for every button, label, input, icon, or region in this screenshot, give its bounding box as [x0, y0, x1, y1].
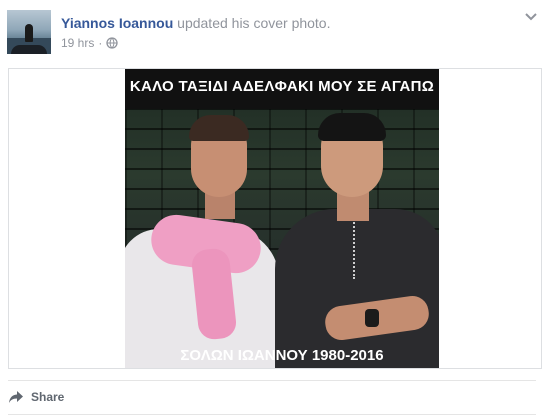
post-headline: Yiannos Ioannou updated his cover photo.: [61, 14, 331, 32]
share-arrow-icon: [9, 391, 23, 403]
avatar-figure: [25, 24, 33, 42]
author-avatar[interactable]: [7, 10, 51, 54]
chevron-down-icon[interactable]: [524, 12, 538, 22]
share-label: Share: [31, 390, 65, 404]
share-button[interactable]: Share: [8, 390, 64, 404]
cover-photo-frame[interactable]: ΚΑΛΟ ΤΑΞΙΔΙ ΑΔΕΛΦΑΚΙ ΜΟΥ ΣΕ ΑΓΑΠΩ ΣΟΛΩΝ …: [8, 68, 542, 369]
globe-icon[interactable]: [106, 37, 119, 49]
post-header: Yiannos Ioannou updated his cover photo.…: [0, 0, 544, 60]
photo-right-man-hair: [318, 113, 386, 141]
photo-right-man-chain: [353, 219, 357, 279]
post-action-text: updated his cover photo.: [177, 15, 331, 31]
post-meta: 19 hrs ·: [61, 36, 119, 50]
photo-caption-top: ΚΑΛΟ ΤΑΞΙΔΙ ΑΔΕΛΦΑΚΙ ΜΟΥ ΣΕ ΑΓΑΠΩ: [129, 78, 435, 95]
avatar-rock: [11, 45, 47, 54]
photo-watch: [365, 309, 379, 327]
meta-separator: ·: [98, 36, 103, 50]
post-timestamp[interactable]: 19 hrs: [61, 36, 94, 50]
photo-right-man-shirt: [275, 209, 439, 368]
author-name-link[interactable]: Yiannos Ioannou: [61, 15, 173, 31]
bottom-divider: [8, 414, 536, 415]
photo-caption-bottom: ΣΟΛΩΝ ΙΩΑΝΝΟΥ 1980-2016: [180, 347, 384, 364]
photo-left-man-hair: [189, 115, 249, 141]
action-divider: [8, 380, 536, 381]
cover-photo[interactable]: ΚΑΛΟ ΤΑΞΙΔΙ ΑΔΕΛΦΑΚΙ ΜΟΥ ΣΕ ΑΓΑΠΩ ΣΟΛΩΝ …: [125, 69, 439, 368]
